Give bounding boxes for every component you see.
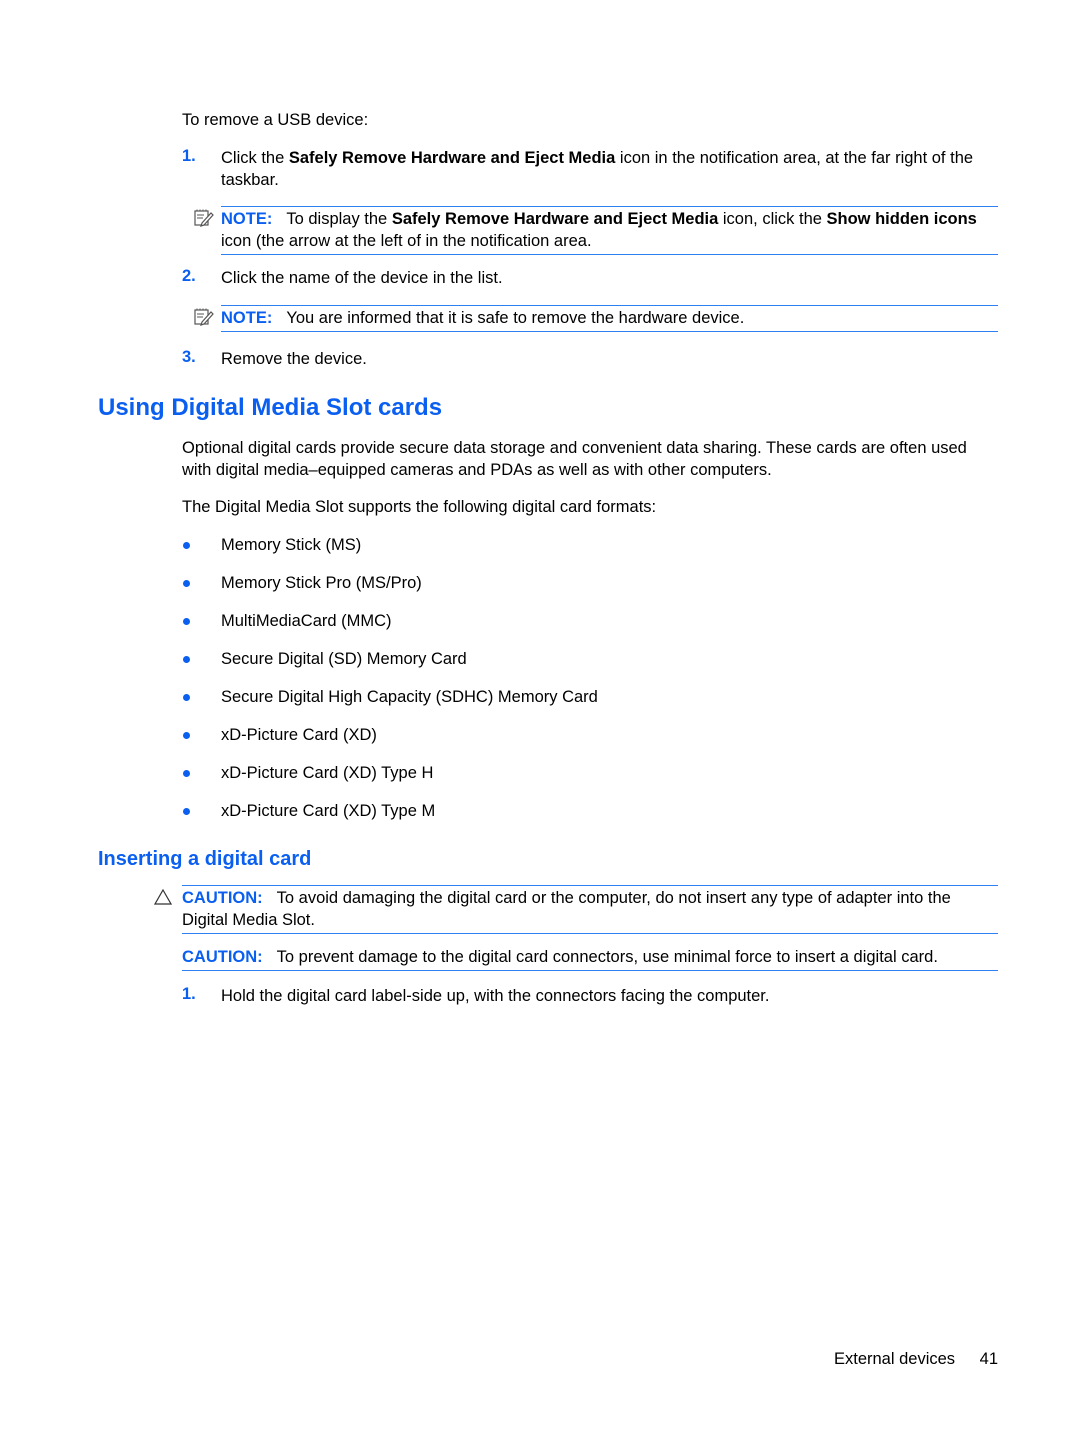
list-item-text: xD-Picture Card (XD) Type H [221,764,434,782]
note-box: NOTE: You are informed that it is safe to… [221,305,998,332]
bullet-icon [183,580,190,587]
list-item-text: Secure Digital (SD) Memory Card [221,650,467,668]
section-paragraph: Optional digital cards provide secure da… [182,439,967,479]
step-1-text: Click the Safely Remove Hardware and Eje… [221,147,998,191]
list-item-text: Memory Stick Pro (MS/Pro) [221,574,422,592]
caution-label: CAUTION: [182,948,263,966]
step-number: 2. [182,267,196,285]
step-2-text: Click the name of the device in the list… [221,269,503,287]
note-bold-term: Safely Remove Hardware and Eject Media [391,210,719,228]
bullet-icon [183,542,190,549]
step-bold-term: Safely Remove Hardware and Eject Media [288,149,616,167]
bullet-icon [183,808,190,815]
footer-section-name: External devices [833,1350,956,1368]
caution-text: To avoid damaging the digital card or th… [182,889,951,929]
bullet-icon [183,732,190,739]
note-text: You are informed that it is safe to remo… [286,309,745,327]
note-icon [194,308,214,326]
caution-label: CAUTION: [182,889,263,907]
bullet-icon [183,770,190,777]
caution-text: To prevent damage to the digital card co… [276,948,938,966]
step-number: 1. [182,147,196,165]
section-paragraph: The Digital Media Slot supports the foll… [182,498,657,516]
note-text: icon (the arrow at the left of in the no… [221,232,592,250]
caution-box: CAUTION: To avoid damaging the digital ca… [182,885,998,934]
step-3-text: Remove the device. [221,350,367,368]
step-text-part: Click the [221,149,289,167]
bullet-icon [183,656,190,663]
caution-box: CAUTION: To prevent damage to the digital… [182,945,998,971]
step-number: 3. [182,348,196,366]
note-text: To display the [286,210,392,228]
intro-text: To remove a USB device: [182,111,369,129]
list-item-text: Secure Digital High Capacity (SDHC) Memo… [221,688,598,706]
note-box: NOTE: To display the Safely Remove Hardwa… [221,206,998,255]
step-number: 1. [182,985,196,1003]
list-item-text: Memory Stick (MS) [221,536,362,554]
note-icon [194,209,214,227]
list-item-text: xD-Picture Card (XD) [221,726,377,744]
bullet-icon [183,694,190,701]
note-text: icon, click the [718,210,827,228]
note-label: NOTE: [221,210,273,228]
note-bold-term: Show hidden icons [826,210,977,228]
page-footer: External devices 41 [834,1350,998,1369]
list-item-text: xD-Picture Card (XD) Type M [221,802,436,820]
page-number: 41 [979,1350,998,1368]
step-1-text: Hold the digital card label-side up, wit… [221,987,770,1005]
list-item-text: MultiMediaCard (MMC) [221,612,392,630]
note-label: NOTE: [221,309,273,327]
caution-icon [154,889,172,905]
section-heading: Using Digital Media Slot cards [98,394,443,421]
subsection-heading: Inserting a digital card [98,848,312,870]
bullet-icon [183,618,190,625]
